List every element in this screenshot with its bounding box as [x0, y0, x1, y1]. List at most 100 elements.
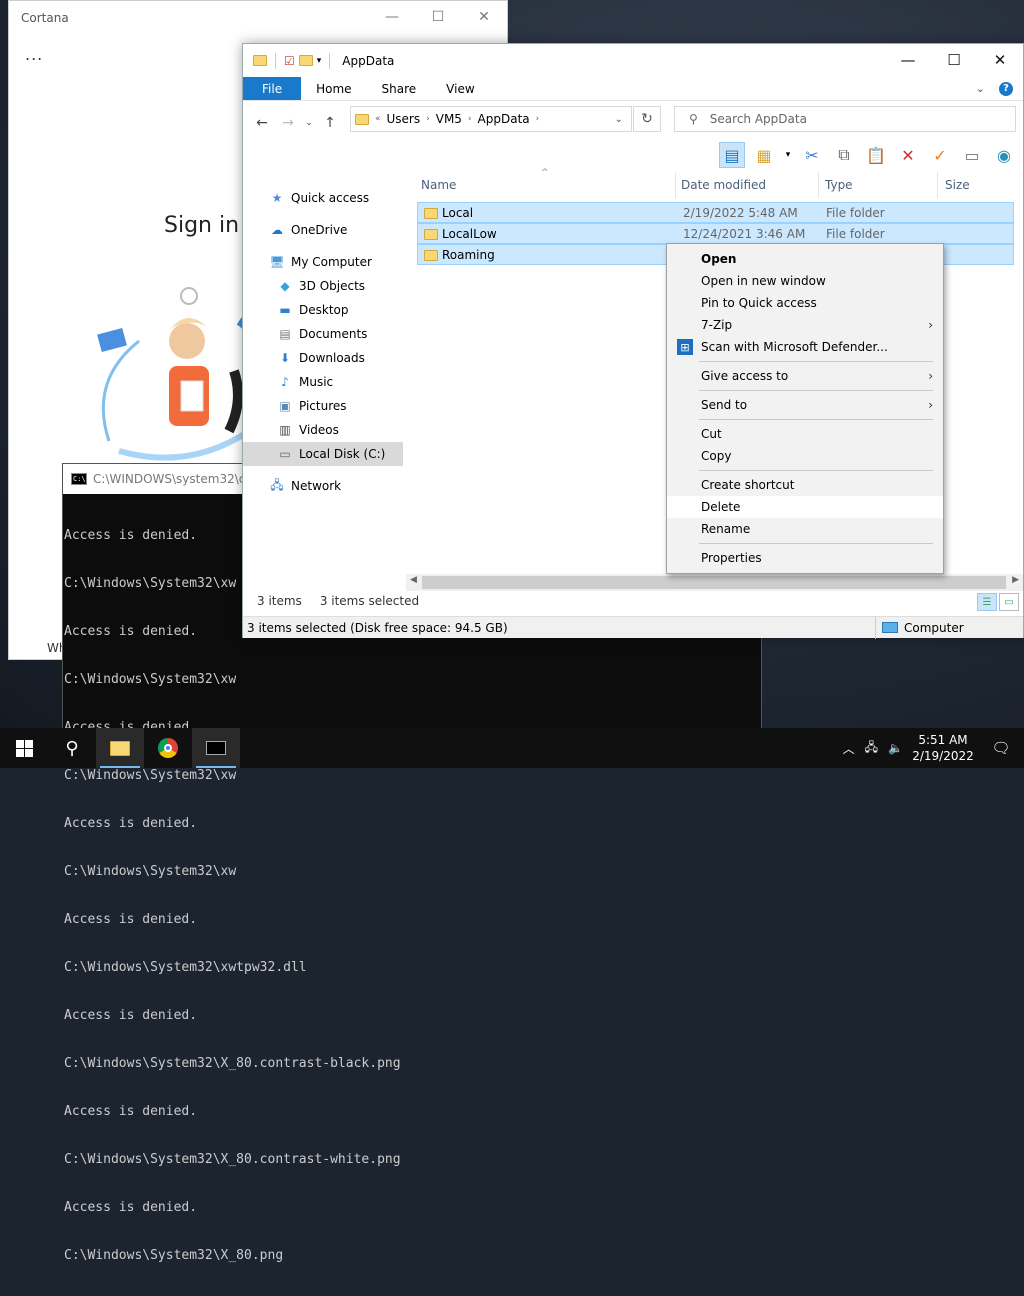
nav-quick-access[interactable]: ★ Quick access — [243, 186, 403, 210]
menu-item-7zip[interactable]: 7-Zip › — [667, 314, 943, 336]
menu-item-pin-quick-access[interactable]: Pin to Quick access — [667, 292, 943, 314]
menu-item-delete[interactable]: Delete — [667, 496, 943, 518]
expand-ribbon-icon[interactable]: ⌄ — [976, 82, 985, 95]
menu-item-send-to[interactable]: Send to › — [667, 394, 943, 416]
breadcrumb-separator-icon[interactable]: › — [468, 114, 472, 124]
nav-documents[interactable]: ▤ Documents — [243, 322, 403, 346]
chevron-up-icon[interactable]: ︿ — [838, 740, 860, 757]
tab-view[interactable]: View — [431, 77, 489, 100]
menu-item-scan-defender[interactable]: ⊞ Scan with Microsoft Defender... — [667, 336, 943, 358]
large-icons-view-icon[interactable]: ▭ — [999, 593, 1019, 611]
nav-desktop[interactable]: ▬ Desktop — [243, 298, 403, 322]
menu-item-copy[interactable]: Copy — [667, 445, 943, 467]
nav-local-disk[interactable]: ▭ Local Disk (C:) — [243, 442, 403, 466]
nav-videos[interactable]: ▥ Videos — [243, 418, 403, 442]
network-icon[interactable]: 🖧 — [860, 738, 883, 759]
menu-item-open[interactable]: Open — [667, 248, 943, 270]
maximize-button[interactable]: ☐ — [415, 1, 461, 33]
up-button[interactable]: ↑ — [319, 115, 341, 131]
search-box[interactable]: ⚲ Search AppData — [674, 106, 1016, 132]
new-folder-icon[interactable] — [298, 55, 313, 66]
details-view-icon[interactable]: ☰ — [977, 593, 997, 611]
taskbar-file-explorer[interactable] — [96, 728, 144, 768]
copy-icon[interactable]: ⧉ — [831, 142, 857, 168]
refresh-button[interactable]: ↻ — [633, 106, 661, 132]
nav-label: Downloads — [299, 351, 365, 365]
breadcrumb-overflow[interactable]: « — [375, 114, 381, 124]
rename-check-icon[interactable]: ✓ — [927, 142, 953, 168]
horizontal-scrollbar[interactable]: ◀ ▶ — [406, 574, 1023, 591]
clock-date: 2/19/2022 — [912, 749, 974, 763]
customize-toolbar-icon[interactable]: ▾ — [317, 56, 322, 66]
nav-my-computer[interactable]: 🖥 My Computer — [243, 250, 403, 274]
download-icon: ⬇ — [279, 351, 291, 365]
cut-icon[interactable]: ✂ — [799, 142, 825, 168]
sort-up-icon: ^ — [541, 168, 549, 178]
breadcrumb-separator-icon[interactable]: › — [536, 114, 540, 124]
navigation-pane: ★ Quick access ☁ OneDrive 🖥 My Computer … — [243, 174, 403, 584]
dropdown-icon[interactable]: ▾ — [783, 142, 793, 168]
scroll-left-icon[interactable]: ◀ — [410, 575, 417, 585]
nav-onedrive[interactable]: ☁ OneDrive — [243, 218, 403, 242]
menu-item-properties[interactable]: Properties — [667, 547, 943, 569]
minimize-button[interactable]: — — [885, 44, 931, 76]
address-dropdown-icon[interactable]: ⌄ — [615, 114, 623, 125]
column-date-modified[interactable]: Date modified — [681, 178, 766, 192]
nav-label: My Computer — [291, 255, 372, 269]
properties-icon[interactable]: ☑ — [284, 54, 295, 68]
nav-pictures[interactable]: ▣ Pictures — [243, 394, 403, 418]
tab-home[interactable]: Home — [301, 77, 366, 100]
file-row[interactable]: Local 2/19/2022 5:48 AM File folder — [417, 202, 1014, 223]
menu-item-cut[interactable]: Cut — [667, 423, 943, 445]
menu-item-give-access[interactable]: Give access to › — [667, 365, 943, 387]
close-button[interactable]: ✕ — [977, 44, 1023, 76]
start-button[interactable] — [0, 728, 48, 768]
breadcrumb-users[interactable]: Users — [387, 112, 421, 126]
view-options-icon[interactable]: ▦ — [751, 142, 777, 168]
minimize-button[interactable]: — — [369, 1, 415, 33]
menu-item-rename[interactable]: Rename — [667, 518, 943, 540]
clock[interactable]: 5:51 AM 2/19/2022 — [908, 732, 978, 764]
tab-share[interactable]: Share — [367, 77, 432, 100]
taskbar-cmd[interactable] — [192, 728, 240, 768]
tab-file[interactable]: File — [243, 77, 302, 100]
notification-icon[interactable]: 🗨 — [978, 739, 1024, 757]
menu-item-open-new-window[interactable]: Open in new window — [667, 270, 943, 292]
recent-locations-button[interactable]: ⌄ — [303, 118, 315, 128]
cmd-line: Access is denied. — [64, 1200, 198, 1215]
nav-3d-objects[interactable]: ◆ 3D Objects — [243, 274, 403, 298]
cmd-line: C:\Windows\System32\xw — [64, 768, 237, 783]
close-button[interactable]: ✕ — [461, 1, 507, 33]
volume-icon[interactable]: 🔈 — [883, 741, 908, 755]
file-name: Local — [442, 205, 474, 220]
nav-music[interactable]: ♪ Music — [243, 370, 403, 394]
breadcrumb-separator-icon[interactable]: › — [426, 114, 430, 124]
scroll-right-icon[interactable]: ▶ — [1012, 575, 1019, 585]
menu-separator — [699, 419, 933, 420]
back-button[interactable]: ← — [251, 115, 273, 131]
shell-icon[interactable]: ◉ — [991, 142, 1017, 168]
maximize-button[interactable]: ☐ — [931, 44, 977, 76]
search-button[interactable]: ⚲ — [48, 728, 96, 768]
column-type[interactable]: Type — [825, 178, 853, 192]
breadcrumb-appdata[interactable]: AppData — [478, 112, 530, 126]
file-row[interactable]: LocalLow 12/24/2021 3:46 AM File folder — [417, 223, 1014, 244]
cube-icon: ◆ — [280, 279, 290, 293]
delete-icon[interactable]: ✕ — [895, 142, 921, 168]
help-icon[interactable]: ? — [999, 81, 1013, 96]
menu-item-create-shortcut[interactable]: Create shortcut — [667, 474, 943, 496]
taskbar-chrome[interactable] — [144, 728, 192, 768]
scrollbar-thumb[interactable] — [422, 576, 1006, 589]
breadcrumb-vm5[interactable]: VM5 — [436, 112, 462, 126]
column-size[interactable]: Size — [945, 178, 970, 192]
address-bar[interactable]: « Users › VM5 › AppData › ⌄ — [350, 106, 632, 132]
quick-access-toolbar: ☑ ▾ — [253, 52, 334, 69]
more-options-button[interactable]: ... — [25, 45, 43, 64]
paste-icon[interactable]: 📋 — [863, 142, 889, 168]
properties-icon[interactable]: ▭ — [959, 142, 985, 168]
forward-button[interactable]: → — [277, 115, 299, 131]
column-name[interactable]: Name — [421, 178, 456, 192]
nav-network[interactable]: 🖧 Network — [243, 474, 403, 498]
navigation-pane-icon[interactable]: ▤ — [719, 142, 745, 168]
nav-downloads[interactable]: ⬇ Downloads — [243, 346, 403, 370]
